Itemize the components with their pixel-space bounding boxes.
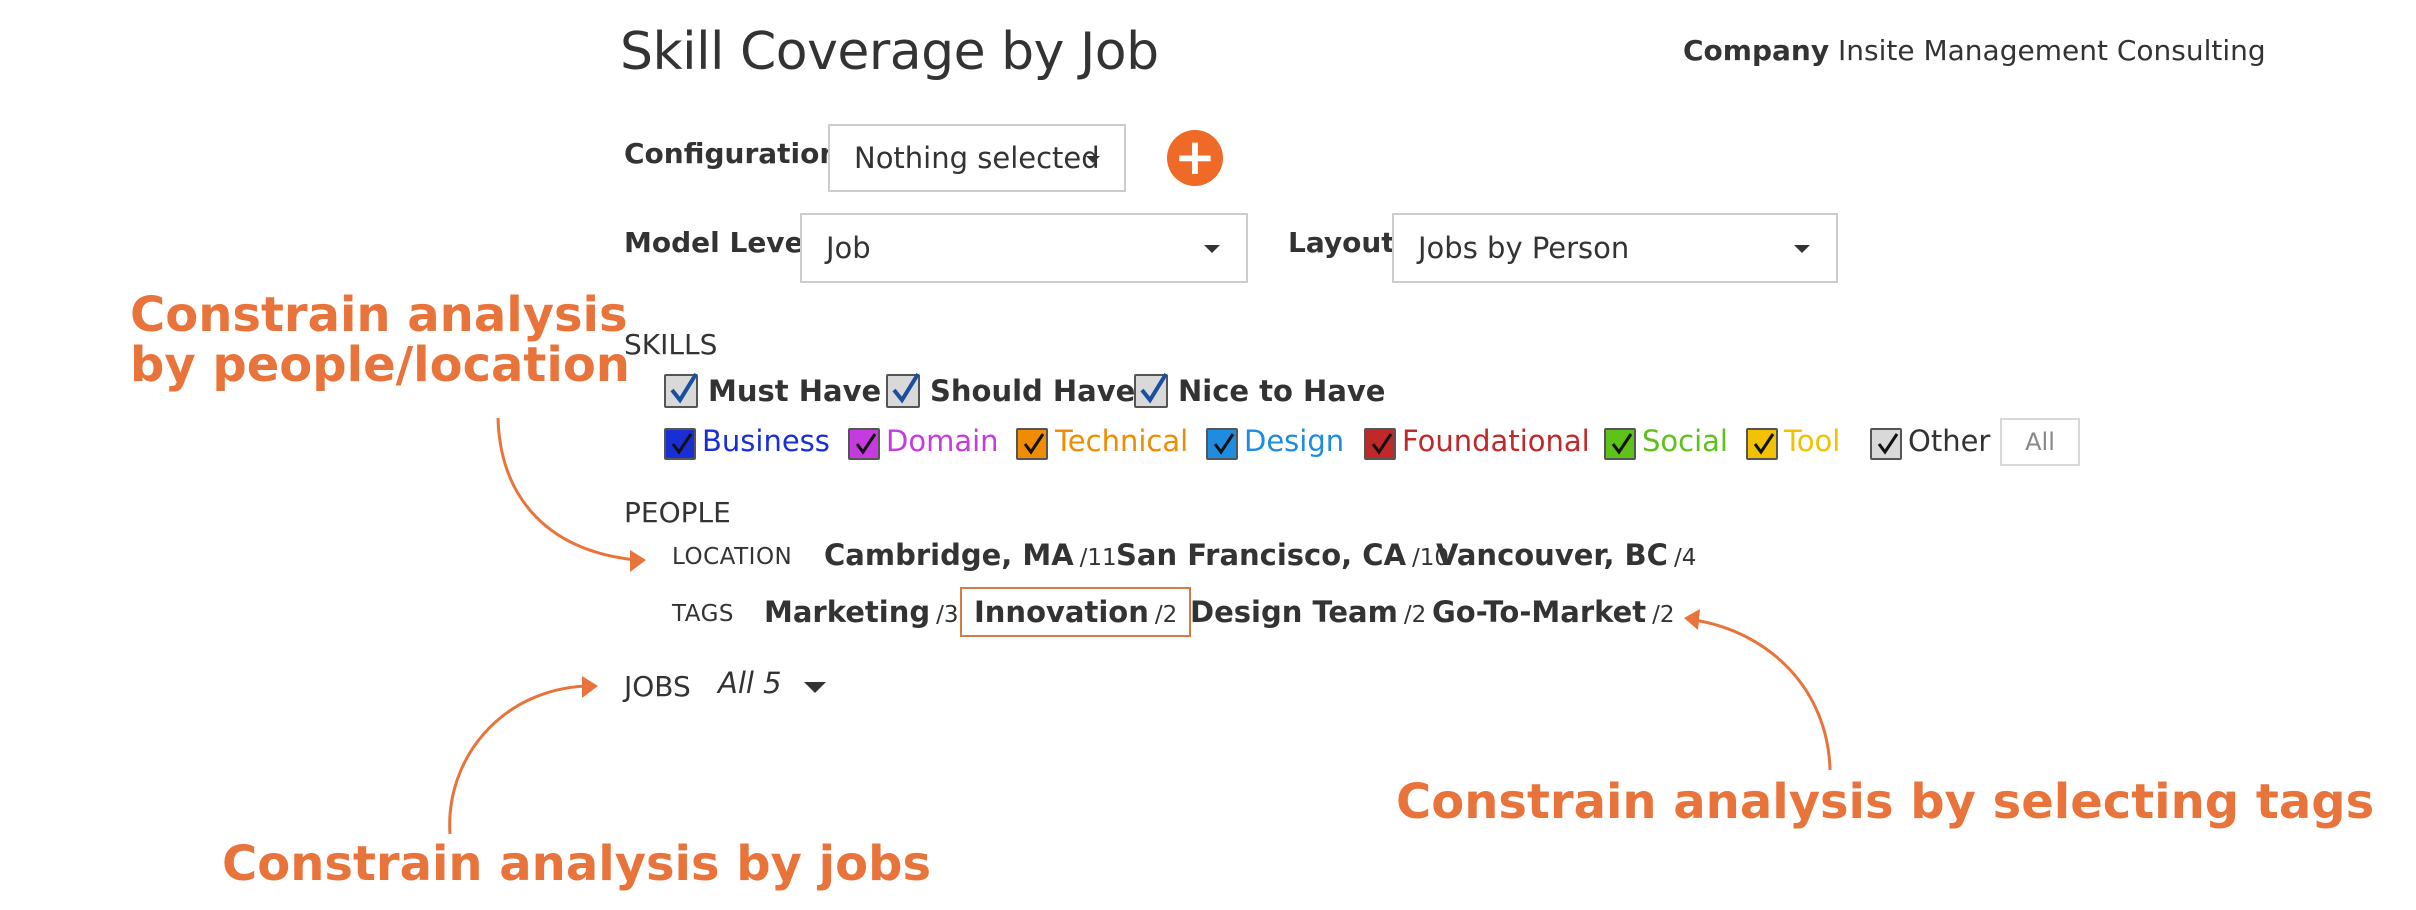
arrow-head [630,550,646,572]
arrow-to-location [496,417,637,562]
annotation-arrows [448,417,1832,835]
arrow-head [582,676,598,698]
arrow-head [1684,609,1700,630]
arrow-to-tags [1693,618,1832,771]
arrow-to-jobs [448,684,587,835]
